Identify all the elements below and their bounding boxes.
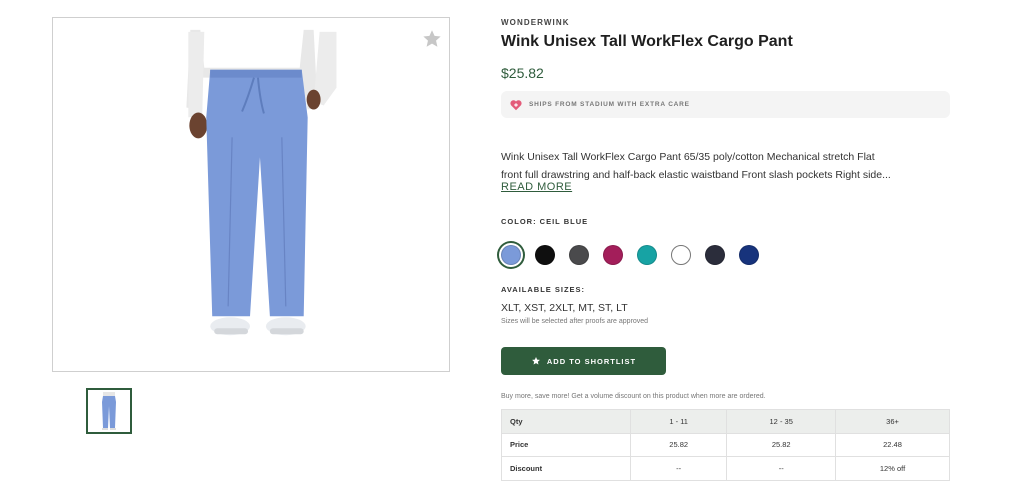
shortlist-label: ADD TO SHORTLIST [546, 356, 637, 366]
shipping-text: SHIPS FROM STADIUM WITH EXTRA CARE [529, 101, 690, 108]
table-row: Discount -- -- 12% off [501, 456, 950, 481]
table-cell: -- [629, 456, 728, 481]
read-more-link[interactable]: READ MORE [501, 181, 572, 193]
table-cell: 25.82 [726, 432, 837, 457]
add-to-shortlist-button[interactable]: ADD TO SHORTLIST [501, 347, 666, 375]
color-swatch[interactable] [569, 245, 589, 265]
sizes-list: XLT, XST, 2XLT, MT, ST, LT [501, 302, 628, 314]
color-swatch[interactable] [705, 245, 725, 265]
color-swatches [501, 245, 773, 265]
color-swatch[interactable] [637, 245, 657, 265]
column-header: 36+ [835, 409, 950, 434]
volume-discount-note: Buy more, save more! Get a volume discou… [501, 393, 766, 400]
color-swatch[interactable] [535, 245, 555, 265]
row-label: Price [501, 432, 631, 457]
column-header: 1 - 11 [629, 409, 728, 434]
sizes-note: Sizes will be selected after proofs are … [501, 318, 649, 325]
star-icon [531, 357, 540, 365]
column-header: 12 - 35 [726, 409, 837, 434]
pricing-table: Qty 1 - 11 12 - 35 36+ Price 25.82 25.82… [501, 409, 950, 481]
product-photo [186, 29, 337, 336]
color-label: COLOR: CEIL BLUE [501, 217, 589, 226]
color-swatch[interactable] [671, 245, 691, 265]
table-cell: 25.82 [629, 432, 728, 457]
product-title: Wink Unisex Tall WorkFlex Cargo Pant [501, 33, 793, 50]
color-swatch[interactable] [501, 245, 521, 265]
product-description: Wink Unisex Tall WorkFlex Cargo Pant 65/… [501, 148, 950, 184]
product-price: $25.82 [501, 65, 544, 81]
shipping-notice: SHIPS FROM STADIUM WITH EXTRA CARE [501, 91, 950, 118]
product-main-image [52, 17, 450, 372]
table-cell: 12% off [835, 456, 950, 481]
table-cell: -- [726, 456, 837, 481]
row-label: Discount [501, 456, 631, 481]
sizes-label: AVAILABLE SIZES: [501, 285, 586, 294]
color-swatch[interactable] [603, 245, 623, 265]
product-thumbnail[interactable] [86, 388, 132, 434]
column-header: Qty [501, 409, 631, 434]
thumbnail-image [102, 392, 116, 430]
description-line: Wink Unisex Tall WorkFlex Cargo Pant 65/… [501, 151, 875, 163]
brand-name: WONDERWINK [501, 18, 570, 27]
heart-icon [510, 99, 522, 110]
table-row: Price 25.82 25.82 22.48 [501, 432, 950, 457]
favorite-star-icon[interactable] [421, 28, 443, 50]
table-header-row: Qty 1 - 11 12 - 35 36+ [501, 409, 950, 434]
color-swatch[interactable] [739, 245, 759, 265]
table-cell: 22.48 [835, 432, 950, 457]
